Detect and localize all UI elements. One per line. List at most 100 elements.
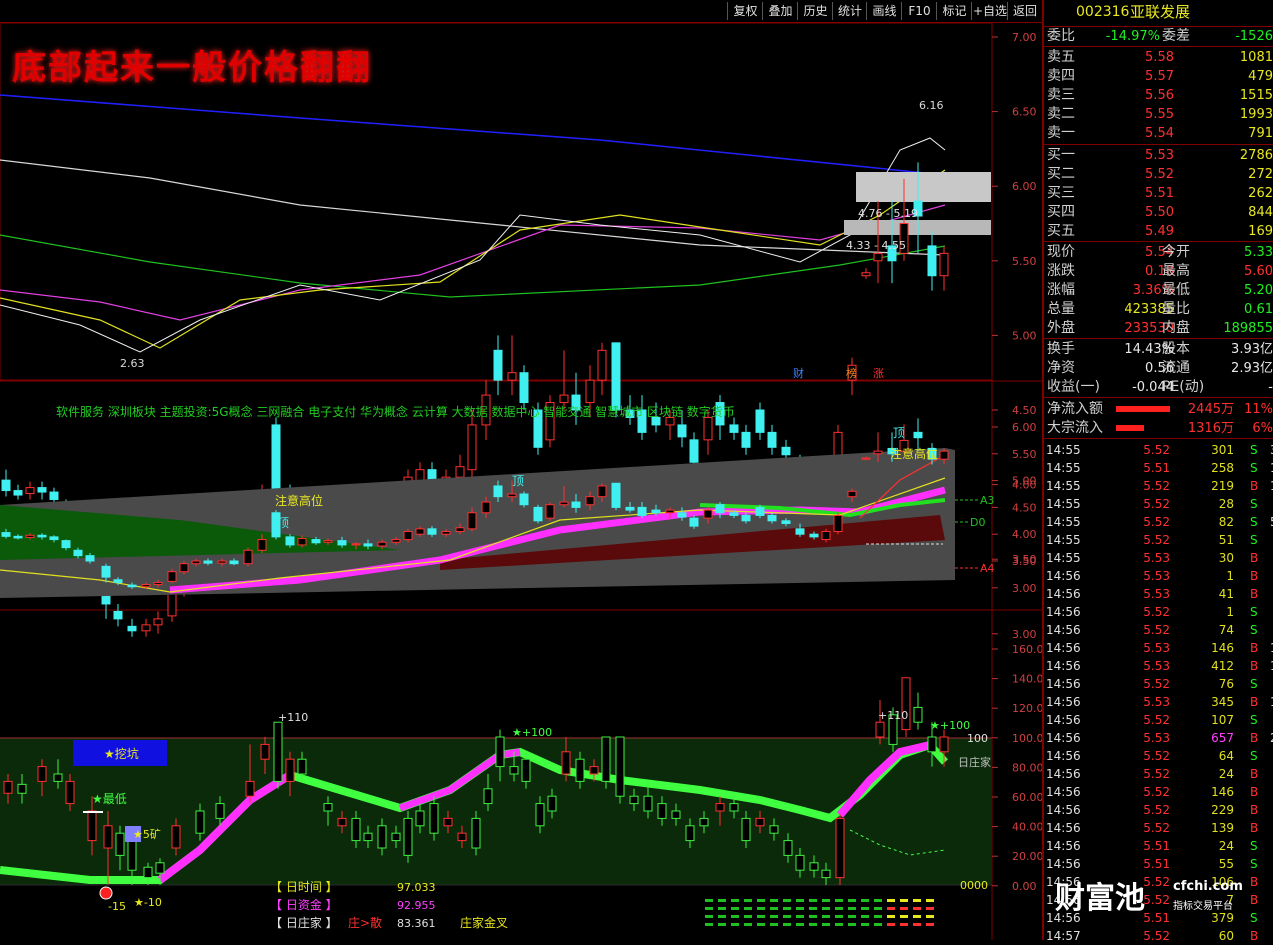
signal-cell <box>718 923 726 926</box>
plus110-label: +110 <box>878 709 908 722</box>
tick-row: 14:565.53345B1 <box>1044 693 1273 711</box>
tick-price: 5.52 <box>1143 605 1170 619</box>
tick-price: 5.52 <box>1143 533 1170 547</box>
bid-row: 买二 5.52 272 <box>1044 165 1273 184</box>
osc-candle-body <box>643 795 653 812</box>
signal-cell <box>926 907 934 910</box>
watermark-site: cfchi.com <box>1173 879 1243 894</box>
osc-candle-body <box>629 795 639 805</box>
signal-cell <box>874 899 882 902</box>
tick-time: 14:56 <box>1046 713 1081 727</box>
tick-side: B <box>1250 767 1259 781</box>
osc-candle-body <box>3 780 13 794</box>
signal-cell <box>731 907 739 910</box>
tick-row: 14:56 5.52 76 S <box>1044 675 1273 693</box>
ask-label: 卖一 <box>1047 125 1075 141</box>
tick-row: 14:565.53657B2 <box>1044 729 1273 747</box>
weibi-value: -14.97% <box>1105 29 1160 44</box>
tick-time: 14:56 <box>1046 821 1081 835</box>
osc-candle-body <box>657 803 667 819</box>
tick-side: B <box>1250 893 1259 907</box>
band-axis-label: 3.50 <box>1012 555 1037 568</box>
signal-cell <box>770 899 778 902</box>
band-candle-body <box>127 584 137 588</box>
stat-row: 涨幅 3.36% 最低 5.20 <box>1044 281 1273 300</box>
signal-cell <box>874 907 882 910</box>
band-candle-body <box>703 509 713 519</box>
stat2-row-k1: 收益(一) <box>1047 379 1100 395</box>
stat-row-v2: 5.33 <box>1244 245 1273 260</box>
band-axis-label: 4.00 <box>1012 528 1037 541</box>
tick-time: 14:56 <box>1046 587 1081 601</box>
tick-side: B <box>1250 659 1259 673</box>
chart-canvas[interactable]: 6.162.634.76 - 5.194.33 - 4.55财榜涨 注意高位注意… <box>0 0 1042 940</box>
tick-volume: 30 <box>1218 551 1234 565</box>
plus-marker <box>99 886 113 900</box>
band-candle-body <box>61 540 71 549</box>
band-chart: 注意高位注意高位顶顶顶A3D0A4 <box>0 418 995 598</box>
top-label: 顶 <box>893 426 905 440</box>
band-candle-body <box>101 565 111 578</box>
candle-body <box>611 342 621 411</box>
bid-volume: 2786 <box>1239 148 1273 163</box>
tick-volume: 412 <box>1211 659 1234 673</box>
tick-volume: 301 <box>1211 443 1234 457</box>
signal-cell <box>848 907 856 910</box>
tick-side: B <box>1250 821 1259 835</box>
band-candle-body <box>913 431 923 439</box>
signal-cell <box>835 915 843 918</box>
signal-cell <box>757 907 765 910</box>
osc-axis-label: 20.00 <box>1012 850 1042 863</box>
tick-side: S <box>1250 515 1258 529</box>
osc-candle-body <box>415 810 425 827</box>
osc-candle-body <box>671 810 681 819</box>
legend-extra: 庄家金叉 <box>460 915 508 930</box>
tick-row: 14:555.5282S5 <box>1044 513 1273 531</box>
tick-time: 14:55 <box>1046 479 1081 493</box>
band-axis-label: 3.00 <box>1012 582 1037 595</box>
tick-side: S <box>1250 857 1258 871</box>
tick-time: 14:55 <box>1046 461 1081 475</box>
candle-body <box>677 424 687 438</box>
stat-row: 外盘 233530 内盘 189855 <box>1044 319 1273 338</box>
band-candle-body <box>73 549 83 557</box>
osc-candle-body <box>927 736 937 753</box>
band-candle-body <box>191 560 201 565</box>
osc-candle-body <box>495 736 505 768</box>
tick-time: 14:55 <box>1046 443 1081 457</box>
osc-candle-body <box>755 817 765 827</box>
tick-price: 5.52 <box>1143 767 1170 781</box>
candle-body <box>585 379 595 404</box>
osc-candle-body <box>127 840 137 871</box>
zero-label: 0000 <box>960 879 988 892</box>
band-candle-body <box>781 520 791 524</box>
mine-label: ★5矿 <box>133 828 161 841</box>
osc-candle-body <box>589 766 599 775</box>
tick-row: 14:57 5.52 60 B <box>1044 927 1273 945</box>
band-candle-body <box>179 563 189 573</box>
tick-side: S <box>1250 443 1258 457</box>
signal-cell <box>744 915 752 918</box>
tick-time: 14:55 <box>1046 533 1081 547</box>
signal-cell <box>874 915 882 918</box>
flow-row: 净流入额 2445万 11% <box>1044 400 1273 419</box>
osc-candle-body <box>65 780 75 805</box>
band-candle-body <box>493 485 503 498</box>
osc-candle-body <box>575 758 585 782</box>
tick-side: B <box>1250 587 1259 601</box>
osc-candle-body <box>821 869 831 879</box>
zone2-label: 4.33 - 4.55 <box>846 239 906 252</box>
tick-volume: 51 <box>1218 533 1234 547</box>
osc-axis-label: 0.00 <box>1012 880 1037 893</box>
price-axes: 7.00 6.50 6.00 5.50 5.00 4.50 4.00 3.50 3.00 6.00… <box>992 31 1042 893</box>
band-candle-body <box>203 560 213 564</box>
ask-row: 卖五 5.58 1081 <box>1044 48 1273 67</box>
zone-box-1 <box>856 172 991 202</box>
tick-row: 14:56 5.52 64 S <box>1044 747 1273 765</box>
bid-row: 买一 5.53 2786 <box>1044 146 1273 165</box>
candle-body <box>153 618 163 626</box>
ask-label: 卖三 <box>1047 87 1075 103</box>
band-candle-body <box>323 540 333 543</box>
tick-time: 14:56 <box>1046 857 1081 871</box>
band-axis-label: 6.00 <box>1012 421 1037 434</box>
